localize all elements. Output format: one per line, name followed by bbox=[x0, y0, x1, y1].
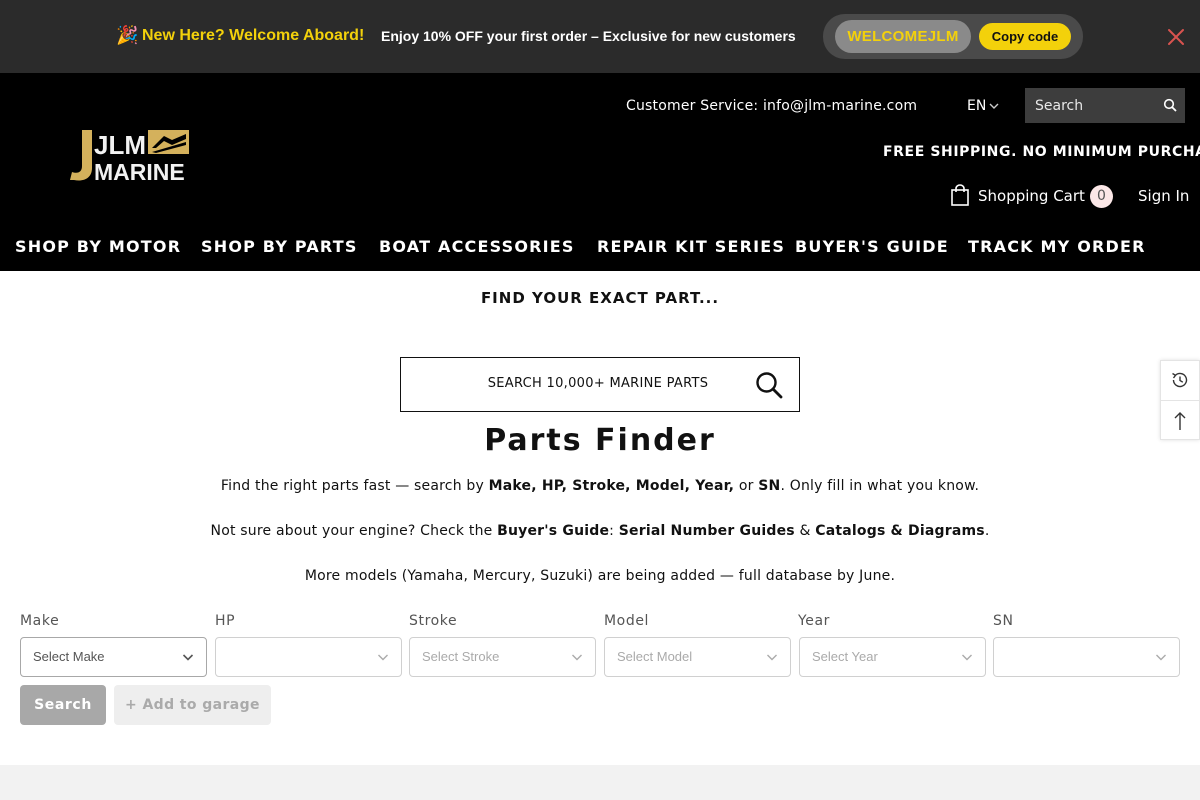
nav-repair-kit-series[interactable]: REPAIR KIT SERIES bbox=[597, 237, 785, 257]
free-shipping-note: FREE SHIPPING. NO MINIMUM PURCHASE bbox=[883, 144, 1200, 160]
stroke-select[interactable]: Select Stroke bbox=[409, 637, 596, 677]
serial-number-guides-link[interactable]: Serial Number Guides bbox=[619, 523, 795, 539]
close-icon[interactable] bbox=[1166, 27, 1186, 47]
svg-text:JLM: JLM bbox=[94, 130, 146, 160]
finder-help-line: Not sure about your engine? Check the Bu… bbox=[210, 523, 990, 539]
nav-track-my-order[interactable]: TRACK MY ORDER bbox=[968, 237, 1146, 257]
year-select[interactable]: Select Year bbox=[799, 637, 986, 677]
chevron-down-icon bbox=[572, 654, 582, 661]
chevron-down-icon bbox=[1156, 654, 1166, 661]
add-to-garage-button[interactable]: + Add to garage bbox=[114, 685, 271, 725]
side-toolbar-divider bbox=[1160, 400, 1200, 401]
model-select[interactable]: Select Model bbox=[604, 637, 791, 677]
nav-shop-by-motor[interactable]: SHOP BY MOTOR bbox=[15, 237, 181, 257]
hp-label: HP bbox=[215, 613, 236, 629]
catalogs-diagrams-link[interactable]: Catalogs & Diagrams bbox=[815, 523, 985, 539]
sn-select[interactable] bbox=[993, 637, 1180, 677]
shopping-cart-link[interactable]: Shopping Cart bbox=[978, 187, 1085, 205]
hp-select[interactable] bbox=[215, 637, 402, 677]
header-search-input[interactable] bbox=[1025, 88, 1160, 123]
make-label: Make bbox=[20, 613, 60, 629]
shopping-bag-icon[interactable] bbox=[950, 184, 970, 206]
nav-shop-by-parts[interactable]: SHOP BY PARTS bbox=[201, 237, 358, 257]
sn-label: SN bbox=[993, 613, 1014, 629]
history-icon[interactable] bbox=[1170, 370, 1190, 390]
svg-text:MARINE: MARINE bbox=[94, 159, 185, 184]
search-icon[interactable] bbox=[1163, 98, 1177, 112]
finder-note-line: More models (Yamaha, Mercury, Suzuki) ar… bbox=[304, 568, 896, 584]
promo-code: WELCOMEJLM bbox=[835, 20, 971, 53]
footer-band bbox=[0, 765, 1200, 800]
promo-welcome-text: New Here? Welcome Aboard! bbox=[142, 27, 365, 44]
cart-count-badge: 0 bbox=[1090, 185, 1113, 208]
find-part-heading: FIND YOUR EXACT PART... bbox=[480, 289, 720, 307]
chevron-down-icon bbox=[767, 654, 777, 661]
promo-offer-text: Enjoy 10% OFF your first order – Exclusi… bbox=[381, 28, 796, 44]
customer-service-text[interactable]: Customer Service: info@jlm-marine.com bbox=[626, 97, 917, 115]
party-popper-icon: 🎉 bbox=[116, 25, 139, 46]
copy-code-button[interactable]: Copy code bbox=[979, 23, 1071, 50]
chevron-down-icon bbox=[182, 654, 194, 661]
parts-search-label[interactable]: SEARCH 10,000+ MARINE PARTS bbox=[400, 375, 796, 393]
buyers-guide-link[interactable]: Buyer's Guide bbox=[497, 523, 609, 539]
finder-search-button[interactable]: Search bbox=[20, 685, 106, 725]
finder-intro-line: Find the right parts fast — search by Ma… bbox=[220, 478, 980, 494]
chevron-down-icon bbox=[989, 103, 999, 109]
search-icon[interactable] bbox=[755, 371, 783, 399]
chevron-down-icon bbox=[962, 654, 972, 661]
year-label: Year bbox=[798, 613, 831, 629]
sign-in-link[interactable]: Sign In bbox=[1138, 187, 1189, 205]
chevron-down-icon bbox=[378, 654, 388, 661]
arrow-up-icon[interactable] bbox=[1170, 410, 1190, 432]
stroke-label: Stroke bbox=[409, 613, 458, 629]
make-select[interactable]: Select Make bbox=[20, 637, 207, 677]
nav-buyers-guide[interactable]: BUYER'S GUIDE bbox=[795, 237, 949, 257]
language-selector[interactable]: EN bbox=[967, 97, 986, 115]
nav-boat-accessories[interactable]: BOAT ACCESSORIES bbox=[379, 237, 575, 257]
model-label: Model bbox=[604, 613, 650, 629]
jlm-marine-logo[interactable]: JLM MARINE bbox=[68, 128, 192, 184]
page-title: Parts Finder bbox=[484, 423, 716, 458]
